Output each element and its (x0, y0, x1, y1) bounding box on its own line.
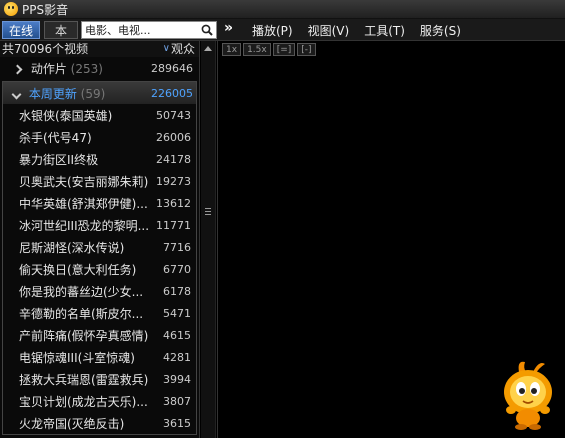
list-scrollbar[interactable] (201, 41, 216, 438)
item-viewers: 4615 (163, 328, 191, 342)
pps-logo-icon (4, 2, 18, 16)
splitter-grip[interactable] (205, 208, 211, 215)
total-videos-label: 共70096个视频 (2, 42, 89, 56)
menu-play[interactable]: 播放(P) (252, 22, 293, 39)
item-viewers: 26006 (156, 130, 191, 144)
menu-view[interactable]: 视图(V) (308, 22, 350, 39)
scroll-up-arrow-icon[interactable] (204, 46, 212, 51)
item-viewers: 19273 (156, 174, 191, 188)
title-bar: PPS影音 (0, 0, 565, 19)
list-item[interactable]: 拯救大兵瑞恩(雷霆救兵) 3994 (3, 368, 196, 390)
item-viewers: 7716 (163, 240, 191, 254)
list-header: 共70096个视频 ∨ 观众 (0, 41, 199, 57)
item-viewers: 6770 (163, 262, 191, 276)
item-viewers: 3615 (163, 416, 191, 430)
item-viewers: 3807 (163, 394, 191, 408)
list-item[interactable]: 冰河世纪III恐龙的黎明... 11771 (3, 214, 196, 236)
item-title: 偷天换日(意大利任务) (19, 262, 137, 277)
list-item[interactable]: 辛德勒的名单(斯皮尔... 5471 (3, 302, 196, 324)
pps-mascot-icon (504, 361, 552, 430)
video-player-area[interactable]: 1x 1.5x [=] [-] (217, 41, 565, 438)
list-item[interactable]: 暴力街区II终极 24178 (3, 148, 196, 170)
item-title: 冰河世纪III恐龙的黎明... (19, 218, 150, 233)
item-title: 水银侠(泰国英雄) (19, 108, 113, 123)
toolbar: 在线 本地 » 播放(P) 视图(V) 工具(T) 服务(S) (0, 19, 565, 56)
expand-panel-button[interactable]: » (224, 20, 233, 36)
section-viewers: 226005 (151, 86, 193, 100)
list-item[interactable]: 贝奥武夫(安吉丽娜朱莉) 19273 (3, 170, 196, 192)
list-item[interactable]: 偷天换日(意大利任务) 6770 (3, 258, 196, 280)
menu-service[interactable]: 服务(S) (420, 22, 461, 39)
list-item[interactable]: 电锯惊魂III(斗室惊魂) 4281 (3, 346, 196, 368)
list-item[interactable]: 水银侠(泰国英雄) 50743 (3, 104, 196, 126)
fit-screen-button[interactable]: [=] (272, 43, 296, 56)
chevron-right-icon (12, 64, 23, 74)
item-viewers: 50743 (156, 108, 191, 122)
item-title: 暴力街区II终极 (19, 152, 99, 167)
size-1x-button[interactable]: 1x (222, 43, 242, 56)
list-item[interactable]: 杀手(代号47) 26006 (3, 126, 196, 148)
item-title: 火龙帝国(灭绝反击) (19, 416, 125, 431)
category-name: 动作片 (30, 61, 67, 76)
list-item[interactable]: 中华英雄(舒淇郑伊健)... 13612 (3, 192, 196, 214)
item-title: 拯救大兵瑞恩(雷霆救兵) (19, 372, 149, 387)
item-viewers: 6178 (163, 284, 191, 298)
item-title: 杀手(代号47) (19, 130, 92, 145)
tab-online[interactable]: 在线 (2, 21, 40, 39)
sort-viewers-label: 观众 (170, 42, 195, 56)
list-item[interactable]: 尼斯湖怪(深水传说) 7716 (3, 236, 196, 258)
item-viewers: 11771 (156, 218, 191, 232)
sort-down-icon: ∨ (162, 43, 170, 54)
item-viewers: 24178 (156, 152, 191, 166)
sort-viewers-button[interactable]: ∨ 观众 (163, 41, 195, 57)
category-count: (253) (70, 61, 103, 76)
search-box (81, 21, 217, 39)
item-title: 贝奥武夫(安吉丽娜朱莉) (19, 174, 149, 189)
video-size-buttons: 1x 1.5x [=] [-] (222, 43, 316, 56)
section-name: 本周更新 (28, 86, 77, 101)
item-title: 你是我的蕃丝边(少女... (19, 284, 144, 299)
item-title: 尼斯湖怪(深水传说) (19, 240, 125, 255)
section-weekly-update: 本周更新 (59) 226005 水银侠(泰国英雄) 50743 杀手(代号47)… (2, 81, 197, 435)
item-title: 中华英雄(舒淇郑伊健)... (19, 196, 148, 211)
section-header[interactable]: 本周更新 (59) 226005 (3, 82, 196, 104)
item-viewers: 4281 (163, 350, 191, 364)
search-input[interactable] (82, 22, 196, 38)
section-count: (59) (80, 86, 106, 101)
restore-size-button[interactable]: [-] (297, 43, 316, 56)
video-list-panel: 共70096个视频 ∨ 观众 动作片 (253) 289646 本周更新 (59… (0, 41, 200, 438)
menu-tools[interactable]: 工具(T) (364, 22, 405, 39)
list-item[interactable]: 你是我的蕃丝边(少女... 6178 (3, 280, 196, 302)
app-title: PPS影音 (22, 2, 69, 17)
category-viewers: 289646 (151, 61, 193, 75)
list-item[interactable]: 火龙帝国(灭绝反击) 3615 (3, 412, 196, 434)
size-1-5x-button[interactable]: 1.5x (243, 43, 271, 56)
search-icon[interactable] (201, 24, 213, 36)
item-title: 产前阵痛(假怀孕真感情) (19, 328, 149, 343)
list-item[interactable]: 宝贝计划(成龙古天乐)... 3807 (3, 390, 196, 412)
item-title: 辛德勒的名单(斯皮尔... (19, 306, 144, 321)
menu-bar: 播放(P) 视图(V) 工具(T) 服务(S) (252, 22, 461, 39)
item-title: 宝贝计划(成龙古天乐)... (19, 394, 148, 409)
tab-local[interactable]: 本地 (44, 21, 78, 56)
chevron-down-icon (11, 89, 22, 99)
item-viewers: 3994 (163, 372, 191, 386)
list-item[interactable]: 产前阵痛(假怀孕真感情) 4615 (3, 324, 196, 346)
item-viewers: 13612 (156, 196, 191, 210)
category-action[interactable]: 动作片 (253) 289646 (0, 57, 199, 79)
item-viewers: 5471 (163, 306, 191, 320)
item-title: 电锯惊魂III(斗室惊魂) (19, 350, 135, 365)
